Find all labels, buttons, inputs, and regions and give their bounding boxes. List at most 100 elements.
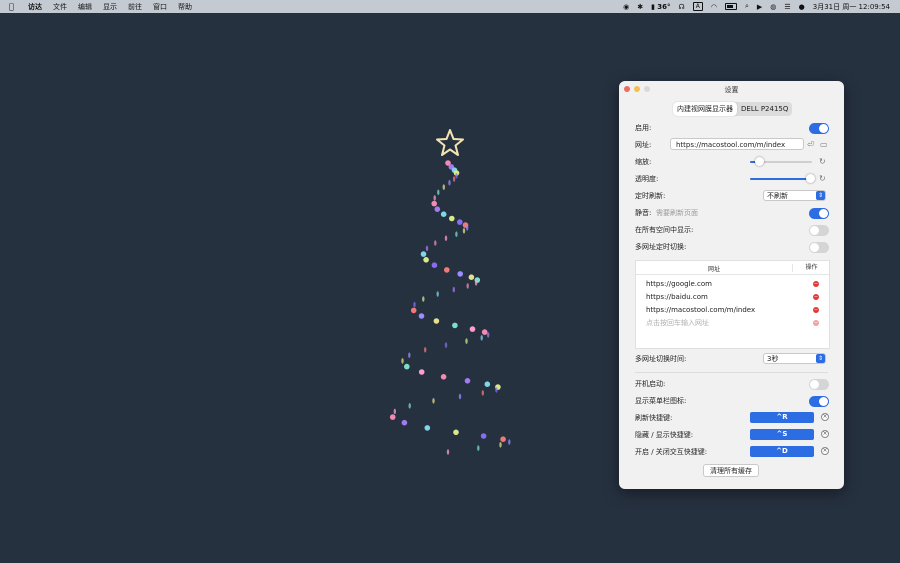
tree-light bbox=[452, 286, 455, 293]
tree-light bbox=[424, 347, 427, 353]
table-row[interactable]: https://google.com − bbox=[646, 278, 819, 290]
remove-url-icon: − bbox=[813, 320, 819, 326]
tree-light bbox=[440, 374, 447, 380]
tree-light bbox=[401, 419, 408, 426]
launch-row: 开机启动: bbox=[635, 378, 829, 390]
refresh-hotkey-row: 刷新快捷键: ^R × bbox=[635, 412, 829, 424]
zoom-slider-knob[interactable] bbox=[754, 157, 764, 166]
tree-light bbox=[401, 358, 404, 364]
tree-light bbox=[481, 390, 484, 396]
tree-light bbox=[444, 267, 450, 273]
tree-light bbox=[457, 219, 463, 225]
tree-light bbox=[484, 381, 491, 388]
mute-toggle[interactable] bbox=[809, 208, 829, 219]
tree-light bbox=[499, 442, 502, 448]
all-spaces-row: 在所有空间中显示: bbox=[635, 224, 829, 236]
mute-label: 静音: bbox=[635, 209, 652, 217]
tree-light bbox=[466, 283, 469, 289]
url-label: 网址: bbox=[635, 141, 652, 149]
tree-light bbox=[480, 335, 483, 341]
zoom-slider[interactable] bbox=[750, 157, 812, 166]
tree-light bbox=[452, 176, 456, 182]
refresh-hotkey-recorder[interactable]: ^R bbox=[750, 412, 814, 423]
clear-hotkey-icon[interactable]: × bbox=[821, 413, 829, 421]
reset-opacity-icon[interactable]: ↻ bbox=[819, 173, 826, 184]
url-table: 网址 操作 https://google.com − https://baidu… bbox=[635, 260, 830, 349]
all-spaces-toggle[interactable] bbox=[809, 225, 829, 236]
tree-light bbox=[389, 414, 396, 420]
tree-light bbox=[440, 211, 447, 217]
reset-zoom-icon[interactable]: ↻ bbox=[819, 156, 826, 167]
clear-hotkey-icon[interactable]: × bbox=[821, 447, 829, 455]
tree-light bbox=[446, 449, 450, 455]
tree-light bbox=[444, 342, 448, 348]
menubar-icon-label: 显示菜单栏图标: bbox=[635, 397, 687, 405]
tab-builtin-display[interactable]: 内建视网膜显示器 bbox=[673, 102, 737, 116]
url-input[interactable]: https://macostool.com/m/index bbox=[670, 138, 804, 150]
menubar-icon-row: 显示菜单栏图标: bbox=[635, 395, 829, 407]
table-row[interactable]: https://baidu.com − bbox=[646, 291, 819, 303]
multi-url-toggle[interactable] bbox=[809, 242, 829, 253]
tree-light bbox=[432, 398, 435, 404]
settings-window: 设置 内建视网膜显示器 DELL P2415Q 启用: 网址: https://… bbox=[619, 81, 844, 489]
tree-light bbox=[465, 338, 468, 344]
tree-light bbox=[469, 326, 476, 332]
launch-toggle[interactable] bbox=[809, 379, 829, 390]
menubar-icon-toggle[interactable] bbox=[809, 396, 829, 407]
tree-light bbox=[495, 387, 498, 393]
switch-time-value: 3秒 bbox=[767, 355, 779, 363]
tree-light bbox=[393, 408, 396, 415]
enable-row: 启用: bbox=[635, 122, 829, 134]
tree-light bbox=[444, 235, 448, 241]
tree-light bbox=[468, 274, 475, 281]
url-table-header: 网址 操作 bbox=[636, 261, 829, 275]
tree-light bbox=[431, 262, 438, 269]
new-url-input[interactable]: 点击按回车输入网址 − bbox=[646, 317, 819, 329]
window-title: 设置 bbox=[724, 86, 739, 94]
mute-row: 静音: 需要刷新页面 bbox=[635, 207, 829, 219]
folder-icon[interactable]: ▭ bbox=[820, 139, 828, 150]
remove-url-icon[interactable]: − bbox=[813, 281, 819, 287]
remove-url-icon[interactable]: − bbox=[813, 307, 819, 313]
tree-light bbox=[436, 291, 439, 297]
remove-url-icon[interactable]: − bbox=[813, 294, 819, 300]
tab-dell-display[interactable]: DELL P2415Q bbox=[737, 102, 792, 116]
refresh-select[interactable]: 不刷新 ⇕ bbox=[763, 190, 826, 201]
enable-toggle[interactable] bbox=[809, 123, 829, 134]
tree-light bbox=[455, 173, 458, 179]
opacity-slider-knob[interactable] bbox=[805, 174, 815, 183]
clear-cache-button[interactable]: 清理所有缓存 bbox=[703, 464, 759, 477]
action-column-header: 操作 bbox=[792, 264, 830, 272]
tree-light bbox=[453, 429, 459, 436]
url-row: 网址: https://macostool.com/m/index ⏎ ▭ bbox=[635, 138, 829, 151]
clear-hotkey-icon[interactable]: × bbox=[821, 430, 829, 438]
interact-hotkey-recorder[interactable]: ^D bbox=[750, 446, 814, 457]
tree-light bbox=[437, 189, 440, 196]
return-icon[interactable]: ⏎ bbox=[807, 139, 814, 150]
table-row-url: https://baidu.com bbox=[646, 293, 708, 301]
tree-light bbox=[433, 318, 440, 324]
tree-light bbox=[480, 433, 487, 439]
display-tabs: 内建视网膜显示器 DELL P2415Q bbox=[673, 102, 793, 116]
launch-label: 开机启动: bbox=[635, 380, 666, 388]
table-row[interactable]: https://macostool.com/m/index − bbox=[646, 304, 819, 316]
toggle-hotkey-recorder[interactable]: ^S bbox=[750, 429, 814, 440]
divider bbox=[635, 372, 828, 373]
tree-light bbox=[433, 195, 436, 201]
url-column-header: 网址 bbox=[707, 266, 720, 273]
opacity-slider[interactable] bbox=[750, 174, 815, 183]
tree-light bbox=[420, 251, 427, 257]
tree-light bbox=[422, 296, 425, 302]
toggle-hotkey-label: 隐藏 / 显示快捷键: bbox=[635, 431, 694, 439]
title-bar: 设置 bbox=[619, 81, 844, 97]
tree-light bbox=[418, 313, 425, 319]
tree-light bbox=[442, 184, 445, 190]
multi-url-label: 多网址定时切换: bbox=[635, 243, 687, 251]
opacity-label: 透明度: bbox=[635, 175, 659, 183]
tree-light bbox=[449, 215, 455, 222]
switch-time-select[interactable]: 3秒 ⇕ bbox=[763, 353, 826, 364]
tree-light bbox=[424, 425, 431, 431]
tree-light bbox=[434, 240, 437, 246]
tree-light bbox=[434, 206, 441, 212]
tree-light bbox=[448, 179, 451, 186]
